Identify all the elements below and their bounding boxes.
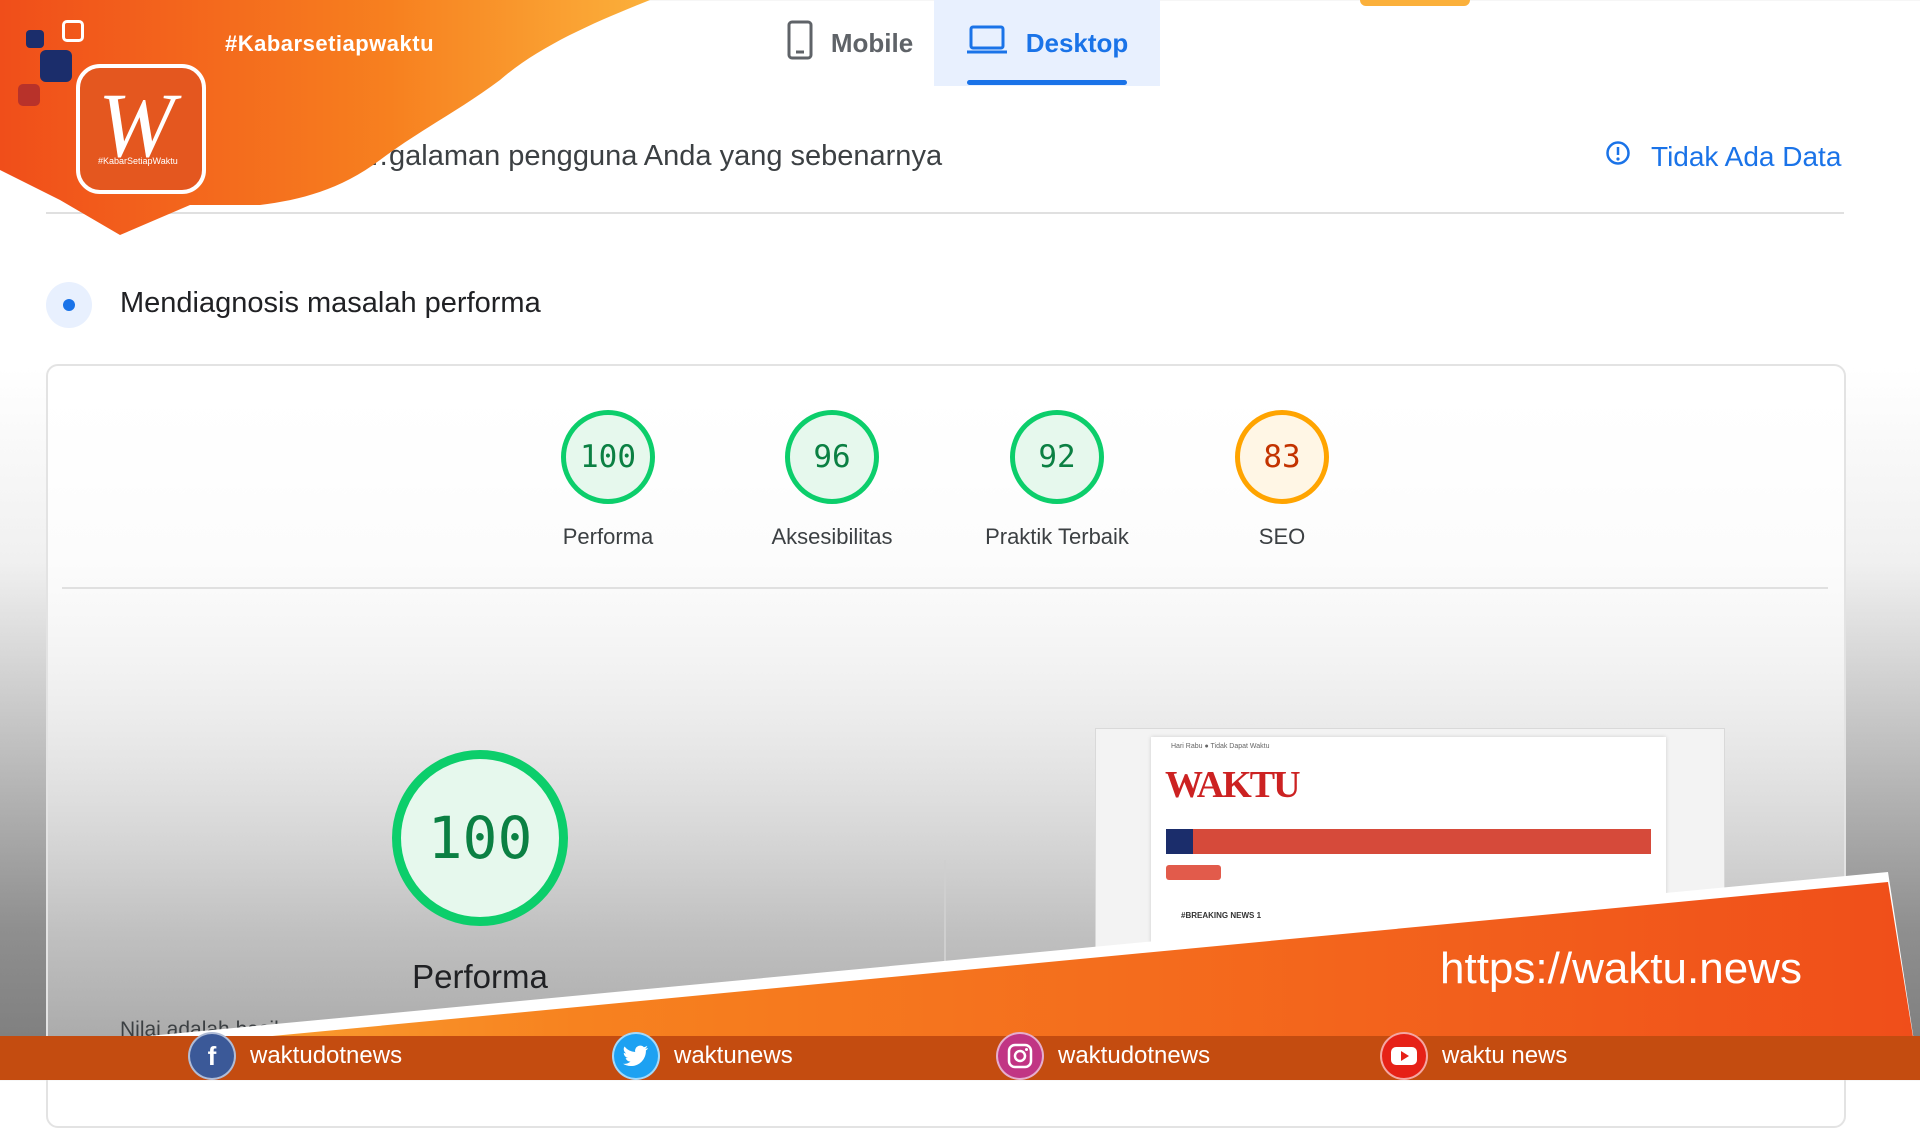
thumbnail-topbar: Hari Rabu ● Tidak Dapat Waktu	[1171, 743, 1270, 750]
website-url[interactable]: https://waktu.news	[1440, 944, 1802, 994]
card-divider	[62, 587, 1828, 589]
diagnose-title: Mendiagnosis masalah performa	[120, 287, 541, 319]
score-gauge-accessibility[interactable]: 96	[785, 410, 879, 504]
score-gauge-seo[interactable]: 83	[1235, 410, 1329, 504]
twitter-icon	[612, 1032, 660, 1080]
social-handle: waktudotnews	[250, 1042, 403, 1069]
score-value: 83	[1263, 439, 1301, 475]
brand-logo: W #KabarSetiapWaktu	[18, 20, 208, 200]
score-label: Performa	[562, 524, 654, 549]
top-accent-shape	[1360, 0, 1470, 6]
instagram-icon	[996, 1032, 1044, 1080]
vertical-divider	[944, 860, 946, 980]
score-gauge-performance[interactable]: 100	[561, 410, 655, 504]
performance-score: 100	[427, 804, 533, 872]
page-screenshot-thumbnail: Hari Rabu ● Tidak Dapat Waktu WAKTU #BRE…	[1095, 728, 1725, 970]
tab-mobile[interactable]: Mobile	[760, 0, 940, 86]
score-label: Praktik Terbaik	[985, 524, 1129, 549]
home-icon	[1166, 829, 1193, 854]
thumbnail-page: Hari Rabu ● Tidak Dapat Waktu WAKTU #BRE…	[1151, 737, 1666, 969]
no-data-indicator[interactable]: Tidak Ada Data	[1605, 140, 1841, 173]
social-handle: waktudotnews	[1058, 1042, 1211, 1069]
social-handle: waktunews	[674, 1042, 793, 1069]
tab-mobile-label: Mobile	[830, 27, 914, 58]
performance-label: Performa	[412, 958, 548, 995]
score-value: 92	[1038, 439, 1076, 475]
lab-data-icon	[46, 282, 92, 328]
active-tab-indicator	[967, 80, 1127, 85]
mobile-phone-icon	[787, 20, 813, 67]
social-facebook[interactable]: f waktudotnews	[188, 1032, 402, 1080]
score-label: SEO	[1258, 524, 1306, 549]
brand-hashtag: #Kabarsetiapwaktu	[225, 31, 435, 56]
social-twitter[interactable]: waktunews	[612, 1032, 793, 1080]
score-value: 100	[580, 439, 636, 475]
info-icon	[1605, 140, 1631, 173]
no-data-label: Tidak Ada Data	[1651, 140, 1842, 172]
social-youtube[interactable]: waktu news	[1380, 1032, 1567, 1080]
laptop-icon	[966, 24, 1008, 63]
tab-desktop[interactable]: Desktop	[934, 0, 1160, 86]
social-instagram[interactable]: waktudotnews	[996, 1032, 1210, 1080]
social-handle: waktu news	[1442, 1042, 1568, 1069]
thumbnail-breaking-news: #BREAKING NEWS 1	[1181, 911, 1262, 920]
thumbnail-logo: WAKTU	[1165, 764, 1301, 806]
logo-subtext: #KabarSetiapWaktu	[98, 156, 178, 166]
score-gauge-best-practices[interactable]: 92	[1010, 410, 1104, 504]
thumbnail-button	[1166, 865, 1221, 880]
youtube-icon	[1380, 1032, 1428, 1080]
score-label: Aksesibilitas	[771, 524, 893, 549]
thumbnail-nav	[1166, 829, 1651, 854]
facebook-icon: f	[188, 1032, 236, 1080]
tab-desktop-label: Desktop	[1025, 27, 1129, 58]
performance-gauge-large: 100	[392, 750, 568, 926]
score-value: 96	[813, 439, 851, 475]
